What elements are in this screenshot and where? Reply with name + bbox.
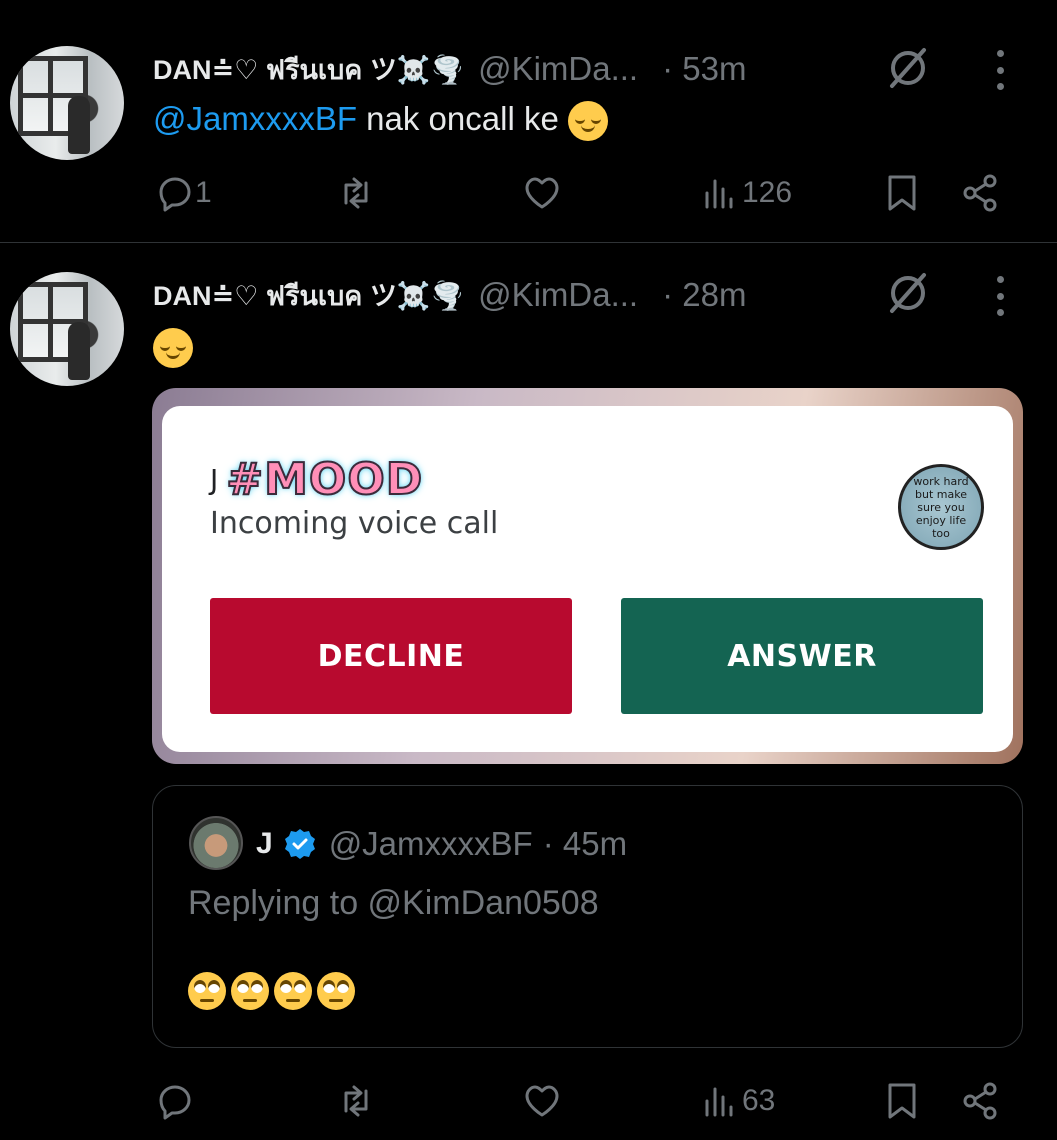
grok-icon[interactable] xyxy=(884,44,932,92)
caller-avatar-text: work hard but make sure you enjoy life t… xyxy=(913,474,969,540)
like-button[interactable] xyxy=(522,1079,562,1123)
action-bar: 63 xyxy=(0,1079,1057,1123)
heart-icon xyxy=(525,177,559,209)
views-button[interactable]: 63 xyxy=(702,1079,775,1123)
grok-icon[interactable] xyxy=(884,269,932,317)
action-bar: 1 126 xyxy=(0,171,1057,215)
face-with-rolling-eyes-emoji xyxy=(188,972,226,1010)
like-button[interactable] xyxy=(522,171,562,215)
views-count: 63 xyxy=(742,1084,776,1117)
replying-to: Replying to @KimDan0508 xyxy=(188,884,599,922)
share-button[interactable] xyxy=(960,1079,1000,1123)
more-options-icon[interactable] xyxy=(988,50,1012,90)
mention-link[interactable]: @JamxxxxBF xyxy=(153,100,357,137)
tweet-text xyxy=(153,327,193,369)
caller-mood-tag: #MOOD xyxy=(225,453,424,506)
quoted-avatar[interactable] xyxy=(189,816,243,870)
answer-button: ANSWER xyxy=(621,598,983,714)
bookmark-icon xyxy=(888,1083,916,1119)
analytics-icon xyxy=(705,1087,733,1117)
timestamp[interactable]: · 28m xyxy=(662,276,746,314)
display-name[interactable]: DAN≐♡ ฟรีนเบค ツ☠️🌪️ xyxy=(153,48,464,91)
decline-button: DECLINE xyxy=(210,598,572,714)
tweet-header: DAN≐♡ ฟรีนเบค ツ☠️🌪️ @KimDa... · 28m xyxy=(153,272,746,318)
caller-initial: J xyxy=(210,463,219,496)
repost-icon xyxy=(344,1085,368,1117)
share-button[interactable] xyxy=(960,171,1000,215)
display-name[interactable]: DAN≐♡ ฟรีนเบค ツ☠️🌪️ xyxy=(153,274,464,317)
quoted-text xyxy=(188,972,355,1010)
reply-button[interactable]: 1 xyxy=(155,171,212,215)
face-with-rolling-eyes-emoji xyxy=(231,972,269,1010)
bookmark-button[interactable] xyxy=(882,1079,922,1123)
call-subtitle: Incoming voice call xyxy=(210,506,499,541)
user-handle[interactable]: @KimDa... xyxy=(478,276,638,314)
quoted-timestamp: · 45m xyxy=(542,825,628,862)
face-with-rolling-eyes-emoji xyxy=(274,972,312,1010)
more-options-icon[interactable] xyxy=(988,276,1012,316)
avatar[interactable] xyxy=(10,272,124,386)
views-count: 126 xyxy=(742,176,793,209)
quoted-handle[interactable]: @JamxxxxBF xyxy=(329,825,533,863)
quoted-tweet[interactable]: J @JamxxxxBF · 45m Replying to @KimDan05… xyxy=(152,785,1023,1048)
bookmark-icon xyxy=(888,175,916,211)
relieved-face-emoji xyxy=(153,328,193,369)
reply-icon xyxy=(159,1085,191,1120)
heart-icon xyxy=(525,1085,559,1117)
avatar[interactable] xyxy=(10,46,124,160)
analytics-icon xyxy=(705,179,733,209)
caller-avatar: work hard but make sure you enjoy life t… xyxy=(898,464,984,550)
tweet-text: @JamxxxxBF nak oncall ke xyxy=(153,100,608,142)
tweet-text-body: nak oncall ke xyxy=(357,100,568,137)
repost-button[interactable] xyxy=(336,1079,376,1123)
views-button[interactable]: 126 xyxy=(702,171,792,215)
quoted-header: J @JamxxxxBF · 45m xyxy=(256,822,627,866)
repost-button[interactable] xyxy=(336,171,376,215)
reply-button[interactable] xyxy=(155,1079,195,1123)
relieved-face-emoji xyxy=(567,101,608,142)
tweet-1[interactable]: DAN≐♡ ฟรีนเบค ツ☠️🌪️ @KimDa... · 53m @Jam… xyxy=(0,0,1057,242)
face-with-rolling-eyes-emoji xyxy=(317,972,355,1010)
tweet-header: DAN≐♡ ฟรีนเบค ツ☠️🌪️ @KimDa... · 53m xyxy=(153,46,746,92)
incoming-call-card: J #MOOD Incoming voice call work hard bu… xyxy=(162,406,1013,752)
share-icon xyxy=(963,1082,997,1120)
caller-name: J #MOOD xyxy=(210,453,424,506)
reply-count: 1 xyxy=(195,176,212,209)
reply-icon xyxy=(159,177,191,212)
share-icon xyxy=(963,174,997,212)
timestamp[interactable]: · 53m xyxy=(662,50,746,88)
bookmark-button[interactable] xyxy=(882,171,922,215)
verified-badge-icon xyxy=(284,829,315,859)
quoted-display-name[interactable]: J xyxy=(256,827,273,861)
repost-icon xyxy=(344,177,368,209)
user-handle[interactable]: @KimDa... xyxy=(478,50,638,88)
tweet-media-image[interactable]: J #MOOD Incoming voice call work hard bu… xyxy=(152,388,1023,764)
